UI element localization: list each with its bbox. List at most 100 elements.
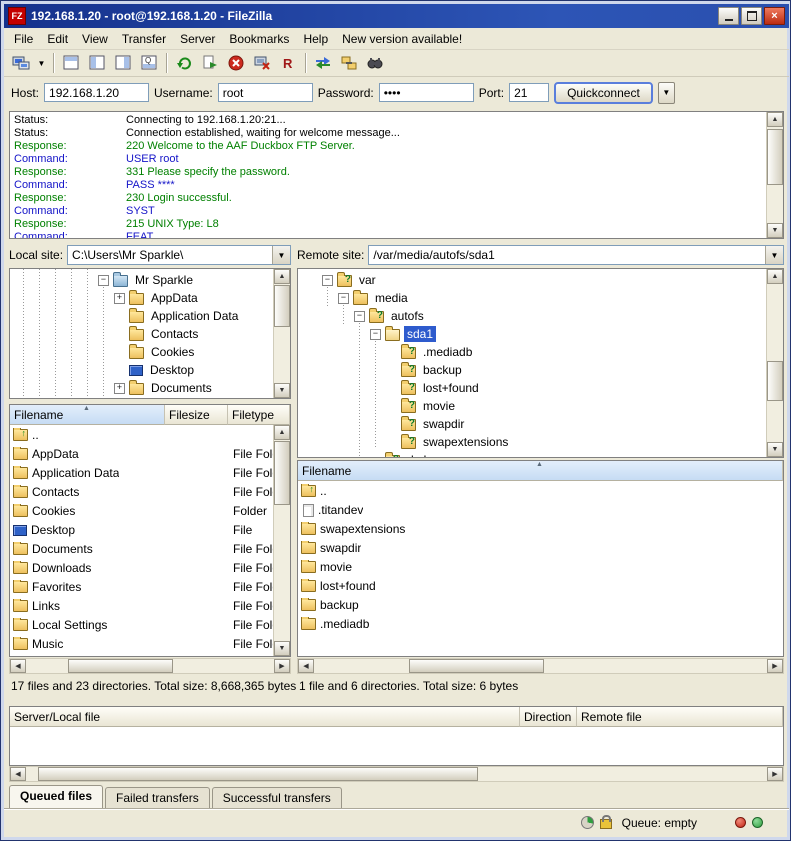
tree-expander-icon[interactable]: [354, 311, 365, 322]
menu-item[interactable]: View: [75, 29, 115, 49]
menu-item[interactable]: Server: [173, 29, 222, 49]
speed-limit-icon[interactable]: [581, 816, 594, 829]
file-row[interactable]: backup: [298, 595, 783, 614]
menu-item[interactable]: Edit: [40, 29, 75, 49]
local-tree-scrollbar[interactable]: ▲ ▼: [273, 269, 290, 398]
file-row[interactable]: Contacts File Folder: [10, 482, 290, 501]
file-row[interactable]: Cookies Folder: [10, 501, 290, 520]
remote-site-combo[interactable]: /var/media/autofs/sda1 ▼: [368, 245, 784, 265]
scroll-thumb[interactable]: [767, 361, 783, 401]
tree-item[interactable]: .mediadb: [298, 343, 783, 361]
file-row[interactable]: swapdir: [298, 538, 783, 557]
tree-item[interactable]: Cookies: [10, 343, 290, 361]
scroll-down-icon[interactable]: ▼: [767, 223, 783, 238]
scroll-down-icon[interactable]: ▼: [274, 641, 290, 656]
scroll-thumb[interactable]: [274, 285, 290, 327]
menu-item[interactable]: Help: [296, 29, 335, 49]
site-manager-dropdown-icon[interactable]: ▼: [34, 51, 49, 75]
password-input[interactable]: [379, 83, 474, 102]
remote-horizontal-scrollbar[interactable]: ◀ ▶: [297, 658, 784, 674]
local-list-scrollbar[interactable]: ▲ ▼: [273, 425, 290, 656]
tree-item[interactable]: Documents: [10, 379, 290, 397]
local-horizontal-scrollbar[interactable]: ◀ ▶: [9, 658, 291, 674]
tree-item[interactable]: Mr Sparkle: [10, 271, 290, 289]
tree-item[interactable]: movie: [298, 397, 783, 415]
scroll-up-icon[interactable]: ▲: [274, 425, 290, 440]
scroll-down-icon[interactable]: ▼: [274, 383, 290, 398]
log-scrollbar[interactable]: ▲ ▼: [766, 112, 783, 238]
file-row[interactable]: Local Settings File Folder: [10, 615, 290, 634]
scroll-up-icon[interactable]: ▲: [767, 269, 783, 284]
file-row[interactable]: lost+found: [298, 576, 783, 595]
disconnect-icon[interactable]: [249, 51, 275, 75]
scroll-thumb[interactable]: [38, 767, 478, 781]
scroll-left-icon[interactable]: ◀: [10, 767, 26, 781]
column-header-filetype[interactable]: Filetype: [228, 405, 290, 425]
menu-item[interactable]: New version available!: [335, 29, 469, 49]
tree-item[interactable]: Contacts: [10, 325, 290, 343]
directory-comparison-icon[interactable]: [310, 51, 336, 75]
tree-item[interactable]: autofs: [298, 307, 783, 325]
tree-item[interactable]: sda1: [298, 325, 783, 343]
file-row[interactable]: Downloads File Folder: [10, 558, 290, 577]
file-row[interactable]: Documents File Folder: [10, 539, 290, 558]
tree-item[interactable]: backup: [298, 361, 783, 379]
port-input[interactable]: [509, 83, 549, 102]
file-row[interactable]: .titandev: [298, 500, 783, 519]
maximize-button[interactable]: [741, 7, 762, 25]
column-header-filename[interactable]: Filename: [10, 405, 165, 425]
queue-tab[interactable]: Queued files: [9, 785, 103, 809]
scroll-right-icon[interactable]: ▶: [767, 767, 783, 781]
tree-expander-icon[interactable]: [114, 383, 125, 394]
quickconnect-dropdown-icon[interactable]: ▼: [658, 82, 675, 104]
column-header-remote-file[interactable]: Remote file: [577, 707, 783, 727]
file-row[interactable]: Application Data File Folder: [10, 463, 290, 482]
column-header-filesize[interactable]: Filesize: [165, 405, 228, 425]
file-row[interactable]: AppData File Folder: [10, 444, 290, 463]
file-row[interactable]: Links File Folder: [10, 596, 290, 615]
tree-item[interactable]: media: [298, 289, 783, 307]
minimize-button[interactable]: [718, 7, 739, 25]
scroll-up-icon[interactable]: ▲: [767, 112, 783, 127]
tree-item[interactable]: dvd: [298, 451, 783, 458]
tree-item[interactable]: lost+found: [298, 379, 783, 397]
scroll-thumb[interactable]: [409, 659, 544, 673]
queue-body[interactable]: [10, 727, 783, 766]
file-row[interactable]: ..: [298, 481, 783, 500]
chevron-down-icon[interactable]: ▼: [272, 246, 290, 264]
tree-expander-icon[interactable]: [370, 329, 381, 340]
scroll-left-icon[interactable]: ◀: [10, 659, 26, 673]
reconnect-icon[interactable]: R: [275, 51, 301, 75]
file-row[interactable]: movie: [298, 557, 783, 576]
close-button[interactable]: ×: [764, 7, 785, 25]
tree-expander-icon[interactable]: [338, 293, 349, 304]
tree-item[interactable]: Application Data: [10, 307, 290, 325]
title-bar[interactable]: FZ 192.168.1.20 - root@192.168.1.20 - Fi…: [4, 4, 789, 28]
queue-tab[interactable]: Failed transfers: [105, 787, 210, 809]
file-row[interactable]: Favorites File Folder: [10, 577, 290, 596]
tree-item[interactable]: swapdir: [298, 415, 783, 433]
synchronized-browsing-icon[interactable]: [336, 51, 362, 75]
find-files-icon[interactable]: [362, 51, 388, 75]
scroll-right-icon[interactable]: ▶: [274, 659, 290, 673]
scroll-right-icon[interactable]: ▶: [767, 659, 783, 673]
chevron-down-icon[interactable]: ▼: [765, 246, 783, 264]
toggle-local-tree-icon[interactable]: [84, 51, 110, 75]
file-row[interactable]: ..: [10, 425, 290, 444]
remote-tree-scrollbar[interactable]: ▲ ▼: [766, 269, 783, 457]
scroll-down-icon[interactable]: ▼: [767, 442, 783, 457]
file-row[interactable]: swapextensions: [298, 519, 783, 538]
username-input[interactable]: [218, 83, 313, 102]
tree-expander-icon[interactable]: [98, 275, 109, 286]
quickconnect-button[interactable]: Quickconnect: [554, 82, 653, 104]
tree-expander-icon[interactable]: [322, 275, 333, 286]
queue-horizontal-scrollbar[interactable]: ◀ ▶: [9, 766, 784, 782]
cancel-icon[interactable]: [223, 51, 249, 75]
toggle-remote-tree-icon[interactable]: [110, 51, 136, 75]
scroll-up-icon[interactable]: ▲: [274, 269, 290, 284]
toggle-queue-view-icon[interactable]: Q: [136, 51, 162, 75]
scroll-left-icon[interactable]: ◀: [298, 659, 314, 673]
column-header-server-local-file[interactable]: Server/Local file: [10, 707, 520, 727]
scroll-thumb[interactable]: [68, 659, 173, 673]
host-input[interactable]: [44, 83, 149, 102]
